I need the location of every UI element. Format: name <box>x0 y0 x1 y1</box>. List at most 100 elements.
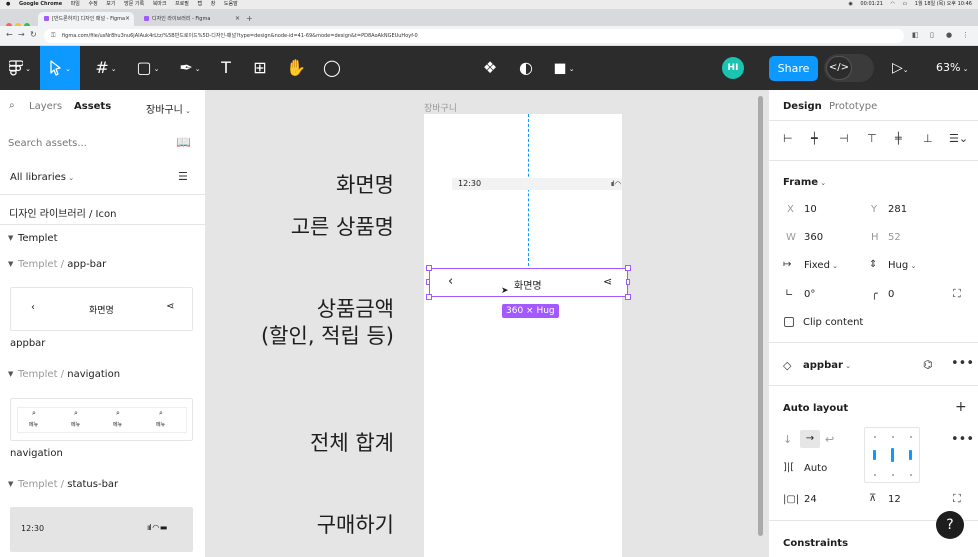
share-button[interactable]: Share <box>769 56 818 81</box>
resize-handle[interactable] <box>426 279 430 285</box>
menu-item[interactable]: 프로필 <box>175 1 189 7</box>
padding-horizontal-input[interactable]: 24 <box>804 494 817 505</box>
resize-handle[interactable] <box>426 294 432 300</box>
main-menu-button[interactable]: ⌄ <box>0 46 40 90</box>
close-tab-icon[interactable]: × <box>125 12 130 26</box>
selected-appbar-frame[interactable]: ‹ 화면명 ⋖ <box>429 268 628 297</box>
resize-handle[interactable] <box>626 279 630 285</box>
sidepanel-icon[interactable]: ▯ <box>930 31 934 39</box>
menu-item[interactable]: 탭 <box>198 1 203 7</box>
group-templet[interactable]: Templet <box>18 233 58 244</box>
extension-icon[interactable]: ◧ <box>912 31 919 39</box>
close-tab-icon[interactable]: × <box>235 12 240 26</box>
individual-padding-icon[interactable]: ⛶ <box>953 492 961 506</box>
component-dropdown[interactable]: appbar ⌄ <box>803 360 851 371</box>
component-tool-button[interactable]: ❖ <box>470 46 510 90</box>
record-icon[interactable]: ◉ <box>848 1 852 7</box>
page-selector[interactable]: 장바구니 ⌄ <box>146 101 191 116</box>
tab-layers[interactable]: Layers <box>29 101 62 112</box>
resources-tool-button[interactable]: ⊞ <box>240 46 280 90</box>
status-bar-component-thumb[interactable]: 12:30 ııl ◠ ▬ <box>10 507 193 552</box>
present-button[interactable]: ▷⌄ <box>892 46 909 90</box>
x-input[interactable]: 10 <box>804 204 817 215</box>
canvas-label[interactable]: 상품금액 <box>317 293 394 323</box>
align-top-icon[interactable]: ⊤ <box>867 132 877 145</box>
breadcrumb-library[interactable]: 디자인 라이브러리 / <box>9 209 92 220</box>
menu-item[interactable]: 보기 <box>106 1 115 7</box>
new-tab-button[interactable]: + <box>246 12 253 26</box>
frame-dropdown[interactable]: Frame ⌄ <box>783 177 826 188</box>
component-tag-icon[interactable]: ⌬ <box>923 358 933 371</box>
h-input[interactable]: 52 <box>888 232 901 243</box>
shape-tool-button[interactable]: ▢ ⌄ <box>128 46 168 90</box>
height-mode-dropdown[interactable]: Hug ⌄ <box>888 260 916 271</box>
canvas-label[interactable]: 구매하기 <box>317 509 394 539</box>
canvas-status-bar[interactable]: 12:30 ııl ◠ <box>452 178 622 190</box>
menu-item[interactable]: 북마크 <box>153 1 167 7</box>
menu-item[interactable]: 방문 기록 <box>124 1 144 7</box>
profile-icon[interactable]: ● <box>946 31 952 39</box>
group-navigation[interactable]: Templet / navigation <box>18 369 120 380</box>
gap-input[interactable]: Auto <box>804 463 827 474</box>
rotation-input[interactable]: 0° <box>804 289 815 300</box>
more-options-icon[interactable]: ••• <box>951 356 974 371</box>
align-left-icon[interactable]: ⊢ <box>783 132 793 145</box>
add-auto-layout-icon[interactable]: + <box>955 399 967 415</box>
comment-tool-button[interactable]: ◯ <box>312 46 352 90</box>
canvas-label[interactable]: 고른 상품명 <box>291 211 394 241</box>
component-label[interactable]: appbar <box>10 338 45 349</box>
apple-menu-icon[interactable]: ● <box>6 1 10 7</box>
component-label[interactable]: navigation <box>10 448 63 459</box>
help-button[interactable]: ? <box>936 511 964 539</box>
tab-assets[interactable]: Assets <box>74 101 111 112</box>
boolean-tool-button[interactable]: ◼ ⌄ <box>544 46 584 90</box>
group-app-bar[interactable]: Templet / app-bar <box>18 259 106 270</box>
alignment-grid[interactable] <box>864 427 920 483</box>
hand-tool-button[interactable]: ✋ <box>276 46 316 90</box>
caret-down-icon[interactable]: ▼ <box>8 234 13 242</box>
battery-icon[interactable]: ▭ <box>902 1 907 7</box>
independent-corners-icon[interactable]: ⛶ <box>953 287 961 301</box>
clip-content-checkbox[interactable] <box>784 317 794 327</box>
list-view-icon[interactable]: ☰ <box>178 170 188 183</box>
direction-horizontal-icon[interactable]: → <box>800 430 820 448</box>
menu-item[interactable]: 수정 <box>89 1 98 7</box>
app-menu[interactable]: Google Chrome <box>19 1 62 7</box>
back-arrow-icon[interactable]: ← <box>6 30 13 39</box>
library-book-icon[interactable]: 📖 <box>176 135 191 149</box>
w-input[interactable]: 360 <box>804 232 823 243</box>
resize-handle[interactable] <box>625 265 631 271</box>
zoom-menu[interactable]: 63% ⌄ <box>936 46 969 90</box>
frame-tool-button[interactable]: # ⌄ <box>86 46 126 90</box>
width-mode-dropdown[interactable]: Fixed ⌄ <box>804 260 838 271</box>
menu-item[interactable]: 창 <box>211 1 216 7</box>
appbar-component-thumb[interactable]: ‹ 화면명 ⋖ <box>10 287 193 331</box>
canvas-label[interactable]: 화면명 <box>336 169 394 199</box>
radius-input[interactable]: 0 <box>888 289 894 300</box>
more-options-icon[interactable]: ••• <box>951 432 974 447</box>
tab-design[interactable]: Design <box>783 101 822 112</box>
resize-handle[interactable] <box>625 294 631 300</box>
forward-arrow-icon[interactable]: → <box>18 30 25 39</box>
address-bar[interactable]: ⚿ figma.com/file/usNr8hu3nu6jAIAuk4rLtz/… <box>44 29 904 43</box>
distribute-icon[interactable]: ☰⌄ <box>949 132 968 145</box>
clock[interactable]: 1월 18일 (목) 오후 10:46 <box>915 1 972 7</box>
wifi-icon[interactable]: ◠ <box>890 1 894 7</box>
canvas-label[interactable]: 전체 합계 <box>310 427 394 457</box>
align-right-icon[interactable]: ⊣ <box>839 132 849 145</box>
menu-item[interactable]: 도움말 <box>224 1 238 7</box>
align-center-horizontal-icon[interactable]: ┿ <box>811 132 818 145</box>
group-status-bar[interactable]: Templet / status-bar <box>18 479 118 490</box>
tab-prototype[interactable]: Prototype <box>829 101 877 112</box>
browser-tab[interactable]: 디자인 라이브러리 - Figma × <box>138 12 244 26</box>
direction-vertical-icon[interactable]: ↓ <box>783 433 792 446</box>
browser-tab-active[interactable]: [반드론하지] 디자인 패널 - Figma × <box>38 12 134 26</box>
align-middle-vertical-icon[interactable]: ╪ <box>895 132 902 145</box>
caret-down-icon[interactable]: ▼ <box>8 260 13 268</box>
caret-down-icon[interactable]: ▼ <box>8 480 13 488</box>
navigation-component-thumb[interactable]: ⌕ 메뉴 ⌕ 메뉴 ⌕ 메뉴 ⌕ 메뉴 <box>10 398 193 441</box>
direction-wrap-icon[interactable]: ↩ <box>825 433 834 446</box>
search-icon[interactable]: ⌕ <box>9 100 15 111</box>
lock-icon[interactable]: ⚿ <box>51 29 56 43</box>
chrome-menu-icon[interactable]: ⋮ <box>962 31 969 39</box>
